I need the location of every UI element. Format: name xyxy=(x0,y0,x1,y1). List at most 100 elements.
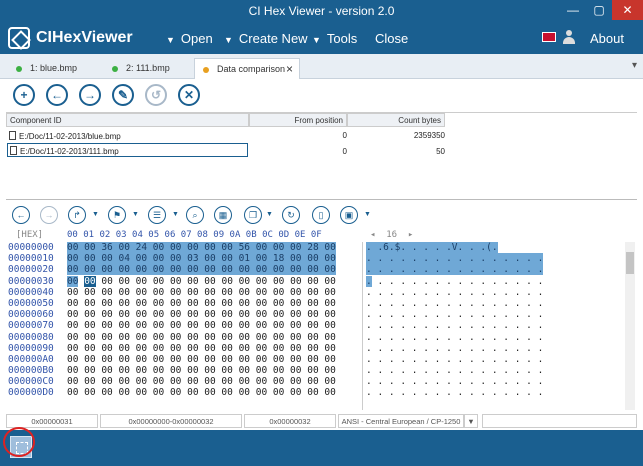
hex-byte-row[interactable]: 00 00 00 00 00 00 00 00 00 00 00 00 00 0… xyxy=(67,332,359,343)
hex-byte-selected[interactable]: 00 xyxy=(67,275,79,287)
hex-toolbar: ← → ↱ ▼ ⚑ ▼ ☰ ▼ ⌕ ▦ ❐ ▼ ↻ ▯ ▣ ▼ xyxy=(0,204,643,226)
offset-label: 00000010 xyxy=(8,253,54,265)
move-left-button[interactable]: ← xyxy=(46,84,68,106)
refresh-button[interactable]: ↻ xyxy=(282,206,300,224)
hex-view[interactable]: 00000000 00000010 00000020 00000030 0000… xyxy=(8,242,618,410)
ascii-row[interactable]: . . . . . . . . . . . . . . . . xyxy=(366,298,543,309)
ascii-row-selected[interactable]: . .6.$. . . . .V. . .(. xyxy=(366,242,498,253)
table-row-selected[interactable]: E:/Doc/11-02-2013/111.bmp xyxy=(7,143,248,157)
ascii-row[interactable]: . . . . . . . . . . . . . . . . xyxy=(366,354,543,365)
ascii-cursor[interactable]: . xyxy=(366,275,372,287)
save-dropdown-icon[interactable]: ▼ xyxy=(364,211,371,218)
hex-byte-row[interactable]: 00 00 00 00 00 00 00 00 00 00 00 00 00 0… xyxy=(67,320,359,331)
minimize-button[interactable]: — xyxy=(560,0,586,20)
list-view-button[interactable]: ☰ xyxy=(148,206,166,224)
app-logo-icon xyxy=(8,27,30,49)
column-from-position[interactable]: From position xyxy=(249,113,347,127)
bookmark-button[interactable]: ⚑ xyxy=(108,206,126,224)
hex-byte-row[interactable]: 00 00 00 00 00 00 00 00 00 00 00 00 00 0… xyxy=(67,309,359,320)
user-icon[interactable] xyxy=(563,30,575,44)
hex-byte-row[interactable]: 00 00 00 00 00 00 00 00 00 00 00 00 00 0… xyxy=(67,343,359,354)
vertical-scrollbar[interactable] xyxy=(625,242,635,410)
menu-tools[interactable]: ▼ Tools xyxy=(312,31,357,46)
encoding-select[interactable]: ANSI - Central European / CP-1250 xyxy=(338,414,464,428)
close-window-button[interactable]: ✕ xyxy=(612,0,643,20)
ascii-row[interactable]: . . . . . . . . . . . . . . . . xyxy=(366,343,543,354)
view-dropdown-icon[interactable]: ▼ xyxy=(172,211,179,218)
hex-byte-row[interactable]: 00 00 00 00 00 00 00 00 00 00 00 00 00 0… xyxy=(67,287,359,298)
menu-about[interactable]: About xyxy=(590,31,624,46)
hex-byte-row[interactable]: 00 00 00 00 00 00 00 00 00 00 00 00 00 0… xyxy=(67,354,359,365)
tab-list-dropdown-icon[interactable]: ▾ xyxy=(632,60,637,71)
back-button[interactable]: ← xyxy=(12,206,30,224)
tab-111-bmp[interactable]: 2: 111.bmp xyxy=(104,58,194,79)
copy-button[interactable]: ❐ xyxy=(244,206,262,224)
ascii-row[interactable]: . . . . . . . . . . . . . . . . xyxy=(366,376,543,387)
hex-byte-row-selected[interactable]: 00 00 00 04 00 00 00 03 00 00 01 00 18 0… xyxy=(67,253,336,265)
hex-cursor[interactable]: 00 xyxy=(84,275,96,287)
hex-byte-row[interactable]: 00 00 00 00 00 00 00 00 00 00 00 00 00 0… xyxy=(67,298,359,309)
hex-byte-row-selected[interactable]: 00 00 00 00 00 00 00 00 00 00 00 00 00 0… xyxy=(67,264,336,276)
ascii-row[interactable]: . . . . . . . . . . . . . . . . xyxy=(366,320,543,331)
edit-button[interactable]: ✎ xyxy=(112,84,134,106)
tab-status-dot-icon xyxy=(16,65,22,72)
tab-status-dot-icon xyxy=(112,65,118,72)
maximize-button[interactable]: ▢ xyxy=(586,0,612,20)
offset-label: 000000D0 xyxy=(8,387,54,399)
tab-status-dot-icon xyxy=(203,66,209,73)
ascii-row[interactable]: . . . . . . . . . . . . . . . . xyxy=(366,387,543,398)
menu-close[interactable]: Close xyxy=(375,31,408,46)
hex-byte-row-selected[interactable]: 00 00 36 00 24 00 00 00 00 00 56 00 00 0… xyxy=(67,242,336,253)
ascii-row-selected[interactable]: . . . . . . . . . . . . . . . . xyxy=(366,253,544,265)
ascii-row[interactable]: . . . . . . . . . . . . . . . . xyxy=(366,332,543,343)
forward-button[interactable]: → xyxy=(40,206,58,224)
offset-label: 00000090 xyxy=(8,342,54,354)
offset-label: 00000000 xyxy=(8,242,54,253)
bytes-per-row-selector[interactable]: ◂ 16 ▸ xyxy=(370,230,413,240)
hex-byte-row[interactable]: 00 00 00 00 00 00 00 00 00 00 00 00 00 0… xyxy=(67,376,359,387)
add-component-button[interactable]: + xyxy=(13,84,35,106)
ascii-row[interactable]: . . . . . . . . . . . . . . . . xyxy=(366,309,543,320)
calculator-button[interactable]: ▦ xyxy=(214,206,232,224)
panel-toggle-button[interactable]: ▯ xyxy=(312,206,330,224)
tab-data-comparison[interactable]: Data comparison × xyxy=(194,58,300,79)
goto-button[interactable]: ↱ xyxy=(68,206,86,224)
cell-from: 0 xyxy=(342,131,347,140)
close-tab-icon[interactable]: × xyxy=(286,62,293,76)
column-count-bytes[interactable]: Count bytes xyxy=(347,113,445,127)
offset-label: 000000C0 xyxy=(8,376,54,388)
ascii-row[interactable]: . . . . . . . . . . . . . . . . xyxy=(366,365,543,376)
bookmark-dropdown-icon[interactable]: ▼ xyxy=(132,211,139,218)
hex-bytes-column[interactable]: 00 00 36 00 24 00 00 00 00 00 56 00 00 0… xyxy=(67,242,359,399)
language-flag-icon[interactable] xyxy=(542,32,556,42)
goto-dropdown-icon[interactable]: ▼ xyxy=(92,211,99,218)
cell-from: 0 xyxy=(342,147,347,156)
hex-ascii-divider xyxy=(362,242,363,410)
ascii-row[interactable]: . . . . . . . . . . . . . . . xyxy=(377,276,543,287)
move-right-button[interactable]: → xyxy=(79,84,101,106)
offset-label: 00000020 xyxy=(8,264,54,276)
ascii-column[interactable]: . .6.$. . . . .V. . .(. . . . . . . . . … xyxy=(366,242,543,399)
remove-button[interactable]: ✕ xyxy=(178,84,200,106)
panel-divider[interactable] xyxy=(6,199,637,200)
column-component-id[interactable]: Component ID xyxy=(6,113,249,127)
offset-label: 00000060 xyxy=(8,309,54,321)
hex-byte-row[interactable]: 00 00 00 00 00 00 00 00 00 00 00 00 00 0… xyxy=(67,387,359,398)
offset-label: 00000070 xyxy=(8,320,54,332)
search-button[interactable]: ⌕ xyxy=(186,206,204,224)
hex-byte-row[interactable]: 00 00 00 00 00 00 00 00 00 00 00 00 00 0… xyxy=(96,276,336,287)
menu-create-new[interactable]: ▼ Create New xyxy=(224,31,308,46)
menu-open[interactable]: ▼ Open xyxy=(166,31,213,46)
copy-dropdown-icon[interactable]: ▼ xyxy=(266,211,273,218)
save-button[interactable]: ▣ xyxy=(340,206,358,224)
hex-byte-row[interactable]: 00 00 00 00 00 00 00 00 00 00 00 00 00 0… xyxy=(67,365,359,376)
tab-blue-bmp[interactable]: 1: blue.bmp xyxy=(8,58,98,79)
undo-button[interactable]: ↺ xyxy=(145,84,167,106)
offset-label: 000000A0 xyxy=(8,353,54,365)
encoding-dropdown-icon[interactable]: ▼ xyxy=(464,414,478,428)
table-row[interactable]: E:/Doc/11-02-2013/blue.bmp xyxy=(9,129,249,143)
scrollbar-thumb[interactable] xyxy=(626,252,634,274)
ascii-row-selected[interactable]: . . . . . . . . . . . . . . . . xyxy=(366,264,544,276)
bottom-bar xyxy=(0,430,643,466)
ascii-row[interactable]: . . . . . . . . . . . . . . . . xyxy=(366,287,543,298)
